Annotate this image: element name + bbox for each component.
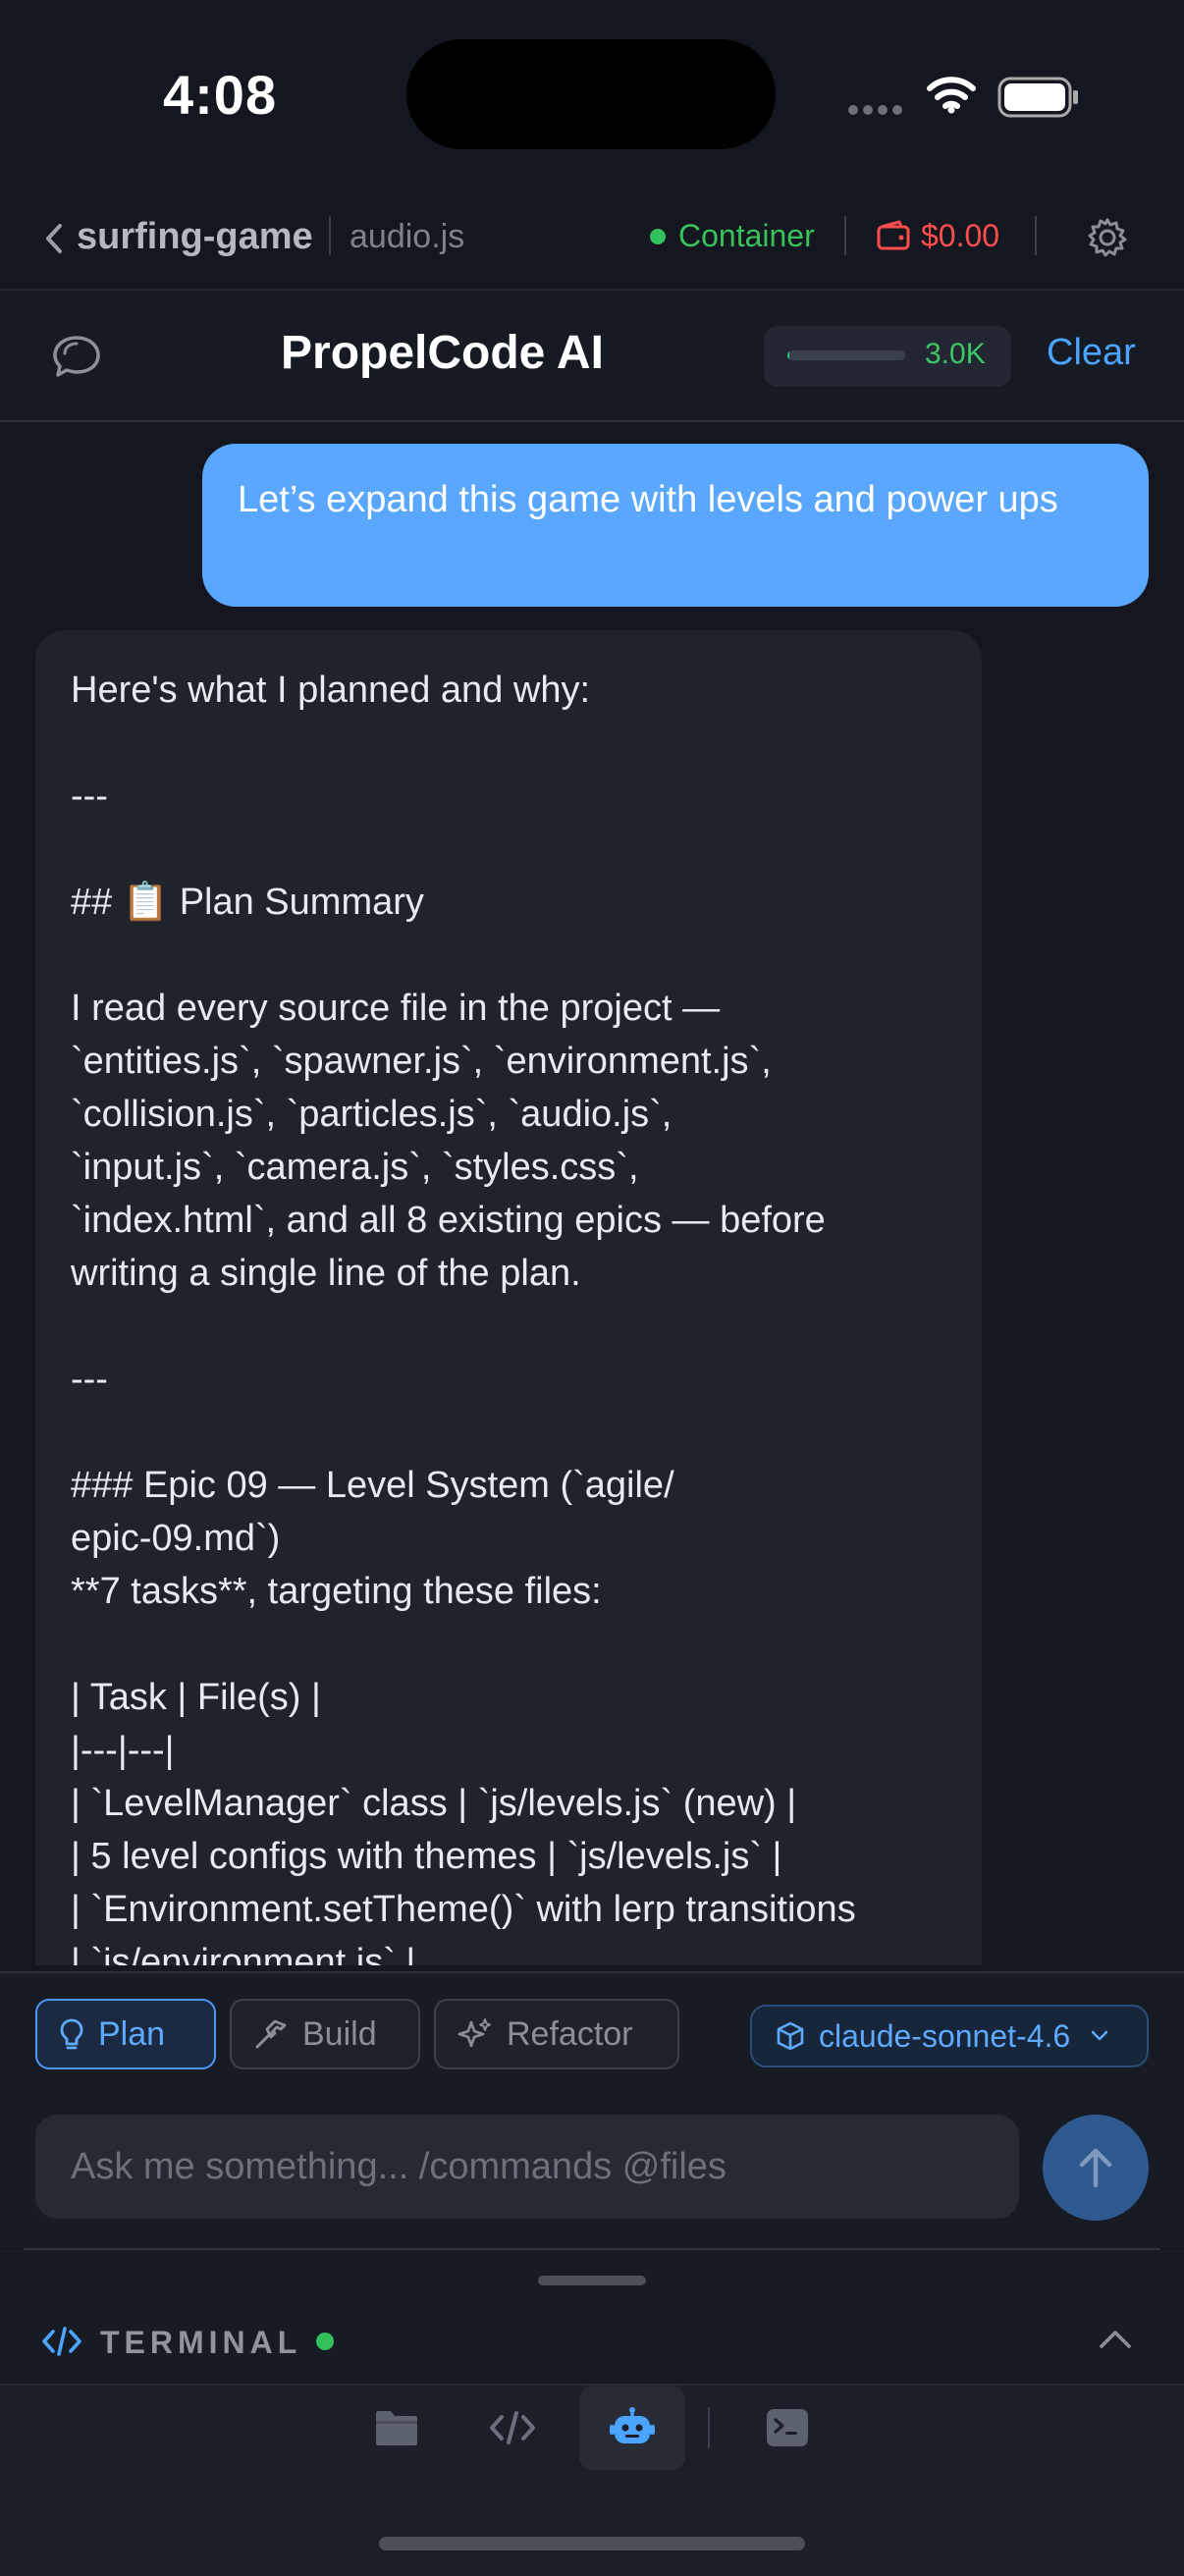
wifi-icon xyxy=(927,77,976,114)
drag-handle[interactable] xyxy=(538,2276,646,2285)
home-indicator xyxy=(379,2537,805,2550)
divider xyxy=(844,216,846,255)
user-message: Let’s expand this game with levels and p… xyxy=(202,444,1149,607)
send-button[interactable] xyxy=(1043,2115,1149,2221)
tab-terminal[interactable] xyxy=(734,2386,840,2470)
refactor-mode-label: Refactor xyxy=(507,2014,633,2053)
folder-icon xyxy=(373,2408,420,2447)
divider xyxy=(1035,216,1037,255)
terminal-label[interactable]: TERMINAL xyxy=(100,2325,301,2361)
container-status-dot xyxy=(650,229,666,244)
back-chevron-icon[interactable] xyxy=(43,222,65,255)
project-name[interactable]: surfing-game xyxy=(77,216,313,258)
code-brackets-icon xyxy=(41,2325,82,2358)
refactor-mode-button[interactable]: Refactor xyxy=(434,1999,679,2069)
dynamic-island xyxy=(406,39,776,149)
token-count: 3.0K xyxy=(925,338,986,370)
message-input[interactable] xyxy=(35,2115,1019,2219)
terminal-panel xyxy=(0,2250,1184,2382)
status-time: 4:08 xyxy=(163,64,278,126)
build-mode-label: Build xyxy=(302,2014,377,2053)
lightbulb-icon xyxy=(59,2017,84,2051)
battery-icon xyxy=(997,77,1080,118)
terminal-icon xyxy=(765,2407,810,2448)
plan-mode-label: Plan xyxy=(98,2014,166,2053)
divider xyxy=(329,216,331,255)
container-status-label[interactable]: Container xyxy=(678,218,815,254)
tab-files[interactable] xyxy=(344,2386,450,2470)
sparkles-icon xyxy=(457,2016,493,2052)
plan-mode-button[interactable]: Plan xyxy=(35,1999,216,2069)
tab-code[interactable] xyxy=(459,2386,565,2470)
gear-icon[interactable] xyxy=(1086,216,1129,259)
cost-label[interactable]: $0.00 xyxy=(921,218,999,254)
assistant-message-text: Here's what I planned and why: --- ## 📋 … xyxy=(71,670,856,1965)
token-usage-bar xyxy=(787,350,905,360)
cube-icon xyxy=(776,2020,805,2052)
model-select[interactable]: claude-sonnet-4.6 xyxy=(750,2005,1149,2067)
chat-bubbles-icon[interactable] xyxy=(51,332,102,381)
arrow-up-icon xyxy=(1076,2146,1115,2189)
build-mode-button[interactable]: Build xyxy=(230,1999,420,2069)
hammer-icon xyxy=(253,2017,289,2051)
signal-dots-icon xyxy=(848,102,907,120)
tab-ai-assistant[interactable] xyxy=(579,2386,685,2470)
chat-title: PropelCode AI xyxy=(281,327,604,379)
bot-icon xyxy=(609,2407,656,2448)
chevron-down-icon xyxy=(1090,2029,1109,2043)
current-file-name[interactable]: audio.js xyxy=(350,218,464,256)
assistant-message: Here's what I planned and why: --- ## 📋 … xyxy=(35,630,982,1965)
wallet-icon xyxy=(876,220,911,251)
code-icon xyxy=(488,2410,537,2445)
chevron-up-icon[interactable] xyxy=(1098,2327,1133,2350)
divider xyxy=(708,2407,710,2448)
clear-button[interactable]: Clear xyxy=(1047,332,1136,374)
terminal-status-dot xyxy=(316,2333,334,2350)
model-name: claude-sonnet-4.6 xyxy=(819,2017,1071,2054)
